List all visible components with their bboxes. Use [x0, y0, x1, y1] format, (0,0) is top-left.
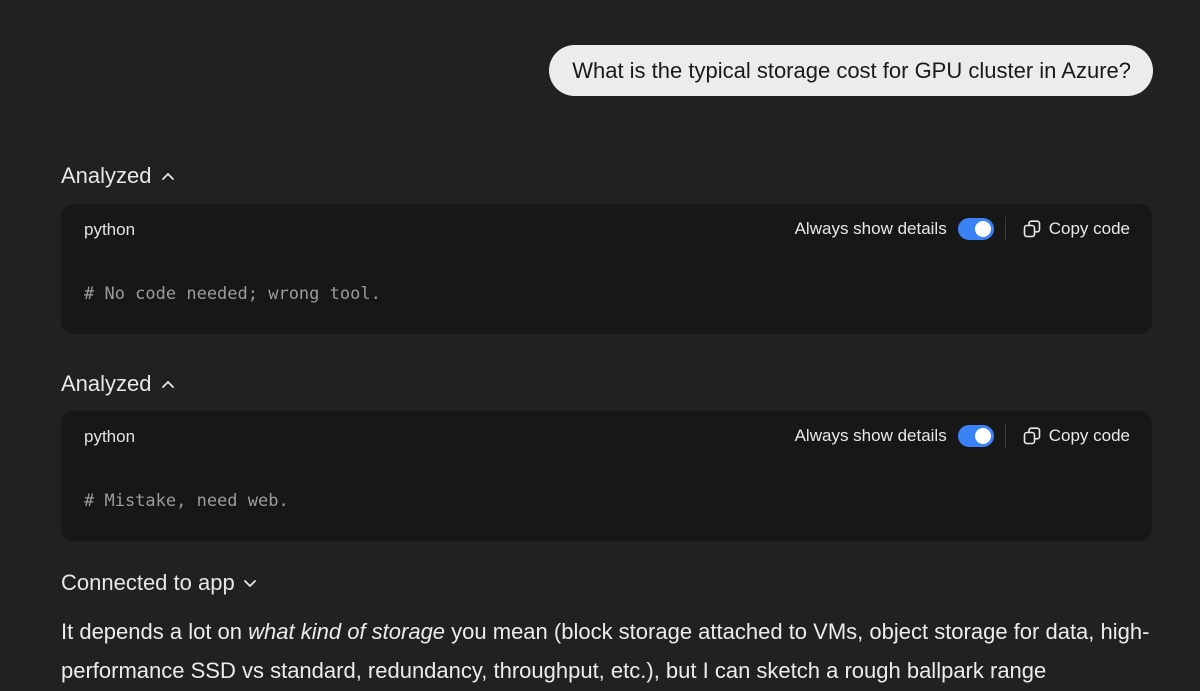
copy-code-button[interactable]: Copy code	[1022, 219, 1130, 239]
always-show-details-label: Always show details	[794, 219, 947, 238]
analyzed-label: Analyzed	[61, 163, 152, 188]
chevron-down-icon	[243, 580, 256, 587]
code-block-1: python Always show details Copy code # N…	[61, 204, 1152, 334]
copy-code-label: Copy code	[1048, 219, 1130, 238]
code-controls: Always show details Copy code	[795, 217, 1130, 241]
chevron-up-icon	[161, 381, 174, 388]
toggle-knob	[974, 221, 991, 237]
chevron-up-icon	[161, 173, 174, 180]
divider	[1004, 424, 1006, 448]
always-show-details-toggle[interactable]	[957, 425, 994, 447]
copy-icon	[1023, 220, 1041, 238]
code-controls: Always show details Copy code	[795, 424, 1130, 448]
toggle-knob	[974, 428, 991, 444]
analyzed-toggle-2[interactable]: Analyzed	[61, 371, 175, 397]
always-show-details-toggle[interactable]	[957, 218, 994, 240]
connected-to-app-toggle[interactable]: Connected to app	[61, 570, 257, 596]
code-language-label: python	[84, 220, 136, 239]
user-message-text: What is the typical storage cost for GPU…	[572, 58, 1131, 83]
code-language-label: python	[84, 427, 136, 446]
always-show-details-label: Always show details	[794, 426, 947, 445]
analyzed-label: Analyzed	[61, 371, 152, 396]
code-content: # Mistake, need web.	[84, 491, 289, 511]
answer-emphasis: what kind of storage	[248, 619, 446, 644]
code-content: # No code needed; wrong tool.	[84, 284, 381, 304]
answer-text-prefix: It depends a lot on	[61, 619, 249, 644]
code-block-2: python Always show details Copy code # M…	[61, 411, 1152, 541]
copy-code-button[interactable]: Copy code	[1022, 426, 1130, 446]
assistant-answer: It depends a lot on what kind of storage…	[61, 612, 1161, 690]
copy-icon	[1023, 427, 1041, 445]
copy-code-label: Copy code	[1048, 426, 1130, 445]
chat-page: What is the typical storage cost for GPU…	[0, 0, 1200, 691]
connected-label: Connected to app	[61, 570, 235, 595]
analyzed-toggle-1[interactable]: Analyzed	[61, 163, 175, 189]
divider	[1004, 217, 1006, 241]
user-message-bubble: What is the typical storage cost for GPU…	[549, 45, 1153, 96]
